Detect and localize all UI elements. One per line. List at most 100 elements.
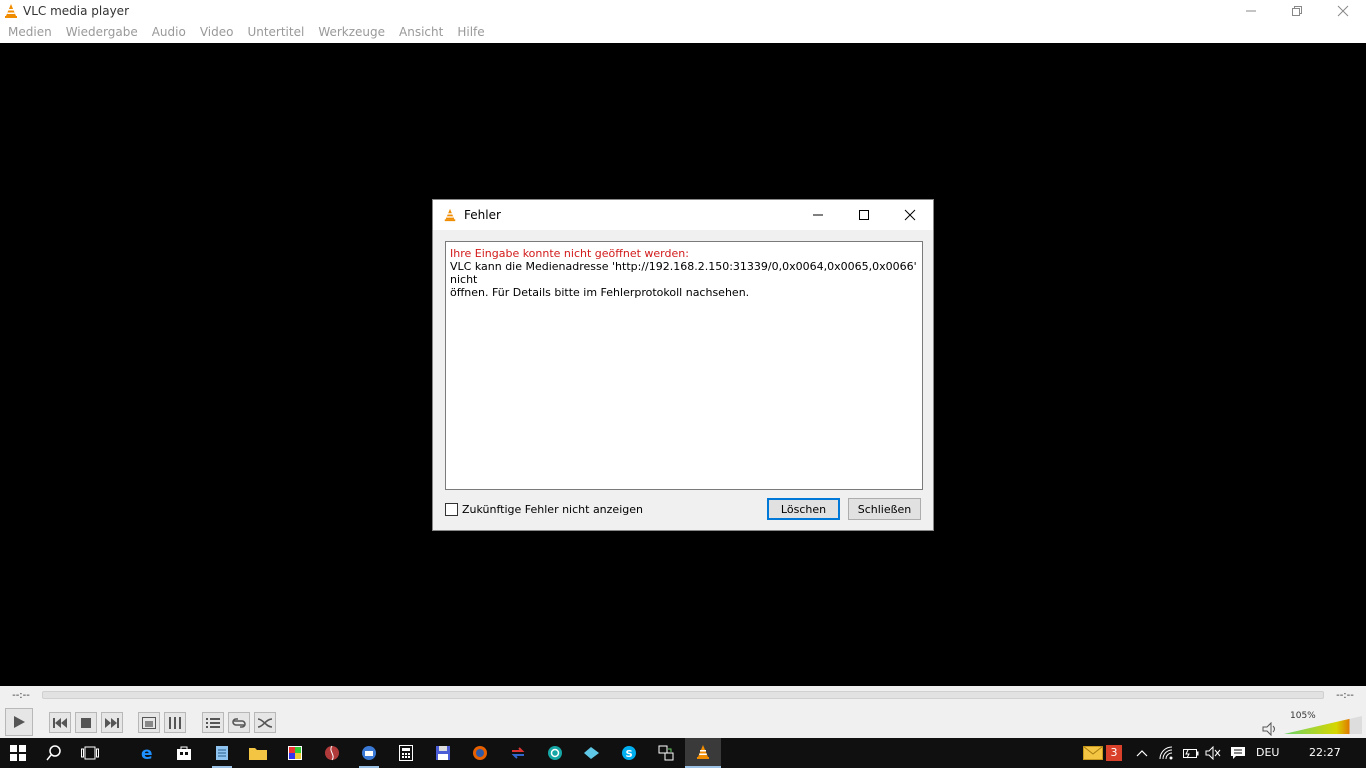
previous-button[interactable] [49,712,71,733]
seek-slider[interactable] [42,691,1324,699]
volume-slider[interactable] [1284,714,1362,736]
menu-werkzeuge[interactable]: Werkzeuge [311,22,392,43]
menu-medien[interactable]: Medien [1,22,59,43]
menu-audio[interactable]: Audio [145,22,193,43]
play-icon [14,716,25,728]
error-dialog: Fehler Ihre Eingabe konnte nicht geöffne… [432,199,934,531]
tray-wifi[interactable] [1155,738,1179,768]
app-fish-icon [584,747,599,759]
app-globe-icon [325,745,339,761]
taskbar-network-app[interactable] [648,738,684,768]
equalizer-icon [169,716,181,729]
skip-forward-icon [105,717,119,728]
error-body-line-2: öffnen. Für Details bitte im Fehlerproto… [450,286,750,299]
vlc-cone-icon [5,4,17,18]
menu-bar: Medien Wiedergabe Audio Video Untertitel… [0,22,1366,43]
suppress-errors-label[interactable]: Zukünftige Fehler nicht anzeigen [462,503,643,516]
fullscreen-button[interactable] [138,712,160,733]
shuffle-button[interactable] [254,712,276,733]
skip-back-icon [53,717,67,728]
clear-button[interactable]: Löschen [767,498,840,520]
window-titlebar: VLC media player [0,0,1366,22]
dialog-close-button[interactable] [887,200,933,230]
menu-untertitel[interactable]: Untertitel [240,22,311,43]
tray-battery[interactable] [1178,738,1202,768]
taskbar-app-fish[interactable] [574,738,610,768]
volume-control[interactable]: 105% [1262,711,1362,736]
extended-settings-button[interactable] [164,712,186,733]
input-language[interactable]: DEU [1256,746,1279,759]
dialog-title: Fehler [464,208,501,222]
taskbar-app-red[interactable] [314,738,350,768]
close-window-button[interactable] [1320,0,1366,22]
remaining-time[interactable]: --:-- [1324,690,1366,701]
taskbar-explorer[interactable] [240,738,276,768]
start-button[interactable] [0,738,36,768]
error-heading: Ihre Eingabe konnte nicht geöffnet werde… [450,247,689,260]
shuffle-icon [257,717,273,728]
mail-client-icon [362,746,376,760]
close-dialog-button[interactable]: Schließen [848,498,921,520]
store-icon [177,746,191,760]
calculator-icon [399,745,413,761]
network-transfer-icon [658,745,674,761]
menu-video[interactable]: Video [193,22,241,43]
taskbar-notepad[interactable] [204,738,240,768]
search-button[interactable] [36,738,72,768]
taskbar-paint[interactable] [277,738,313,768]
stop-button[interactable] [75,712,97,733]
notepad-icon [216,746,228,760]
dialog-maximize-button[interactable] [841,200,887,230]
edge-icon: e [141,745,153,761]
menu-ansicht[interactable]: Ansicht [392,22,450,43]
taskbar-save-app[interactable] [425,738,461,768]
stop-icon [81,717,91,728]
playlist-button[interactable] [202,712,224,733]
wifi-icon [1159,746,1173,760]
taskbar-firefox[interactable] [462,738,498,768]
svg-text:S: S [626,749,633,760]
seek-row: --:-- --:-- [0,686,1366,704]
minimize-icon [813,214,823,216]
restore-button[interactable] [1274,0,1320,22]
taskbar-store[interactable] [166,738,202,768]
tray-mail-count[interactable]: 3 [1105,738,1123,768]
loop-button[interactable] [228,712,250,733]
taskbar-thunderbird[interactable] [351,738,387,768]
task-view-button[interactable] [72,738,108,768]
search-icon [46,745,61,761]
taskbar-edge[interactable]: e [130,738,166,768]
taskbar-app-arrows[interactable] [500,738,536,768]
task-view-icon [81,746,99,760]
tray-show-hidden[interactable] [1130,738,1154,768]
error-message-box[interactable]: Ihre Eingabe konnte nicht geöffnet werde… [445,241,923,490]
elapsed-time: --:-- [12,689,30,701]
dialog-titlebar: Fehler [433,200,933,230]
next-button[interactable] [101,712,123,733]
window-title: VLC media player [23,4,130,18]
taskbar-calculator[interactable] [388,738,424,768]
clock[interactable]: 22:27 [1309,746,1341,759]
taskbar-skype[interactable]: S [611,738,647,768]
sync-arrows-icon [511,747,525,759]
skype-icon: S [622,746,636,760]
mail-count-badge: 3 [1106,745,1122,761]
error-body-line-1: VLC kann die Medienadresse 'http://192.1… [450,260,917,286]
menu-hilfe[interactable]: Hilfe [450,22,491,43]
tray-mail[interactable] [1078,738,1108,768]
tray-action-center[interactable] [1226,738,1250,768]
suppress-errors-checkbox[interactable] [445,502,458,516]
loop-icon [232,717,246,728]
battery-icon [1183,749,1199,759]
dialog-minimize-button[interactable] [795,200,841,230]
speaker-muted-icon [1205,746,1221,760]
taskbar-app-teal[interactable] [537,738,573,768]
envelope-icon [1083,746,1103,760]
play-button[interactable] [5,708,33,736]
tray-volume-muted[interactable] [1201,738,1225,768]
minimize-button[interactable] [1228,0,1274,22]
close-icon [904,209,916,221]
menu-wiedergabe[interactable]: Wiedergabe [59,22,145,43]
taskbar-vlc[interactable] [685,738,721,768]
svg-text:e: e [141,745,153,761]
